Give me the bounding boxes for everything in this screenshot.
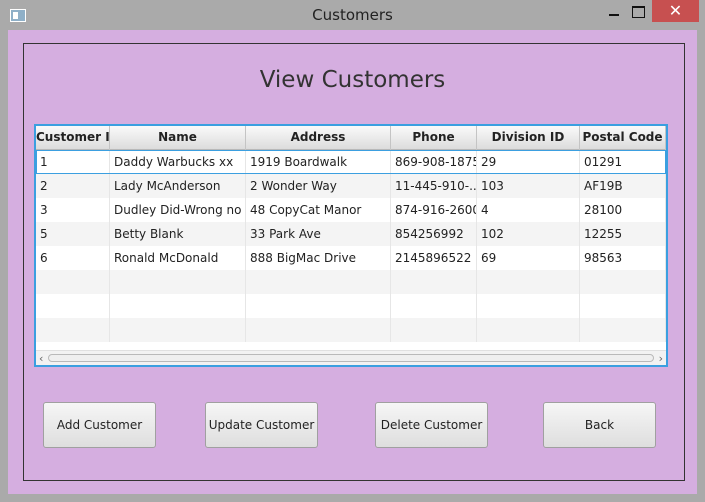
table-row[interactable]: 3 Dudley Did-Wrong no 48 CopyCat Manor 8… — [36, 198, 666, 222]
empty-row — [36, 318, 666, 342]
cell-customer-id: 1 — [36, 150, 110, 174]
cell-postal-code: 28100 — [580, 198, 666, 222]
empty-cell — [477, 294, 580, 318]
cell-postal-code: 01291 — [580, 150, 666, 174]
column-header-address[interactable]: Address — [246, 126, 391, 150]
scrollbar-thumb[interactable] — [48, 354, 654, 362]
empty-cell — [391, 270, 477, 294]
table-header: Customer ID Name Address Phone Division … — [36, 126, 666, 150]
column-header-name[interactable]: Name — [110, 126, 246, 150]
cell-phone: 869-908-1875 — [391, 150, 477, 174]
empty-cell — [110, 270, 246, 294]
empty-row — [36, 270, 666, 294]
cell-name: Betty Blank — [110, 222, 246, 246]
cell-address: 1919 Boardwalk — [246, 150, 391, 174]
table-row[interactable]: 2 Lady McAnderson 2 Wonder Way 11-445-91… — [36, 174, 666, 198]
cell-postal-code: 98563 — [580, 246, 666, 270]
empty-cell — [110, 318, 246, 342]
page-title: View Customers — [259, 67, 446, 93]
column-header-phone[interactable]: Phone — [391, 126, 477, 150]
empty-cell — [477, 270, 580, 294]
add-customer-button[interactable]: Add Customer — [43, 402, 156, 448]
customers-window: Customers ✕ View Customers Customer ID N… — [0, 0, 705, 502]
cell-postal-code: 12255 — [580, 222, 666, 246]
cell-address: 48 CopyCat Manor — [246, 198, 391, 222]
cell-name: Ronald McDonald — [110, 246, 246, 270]
empty-cell — [246, 318, 391, 342]
table-row[interactable]: 6 Ronald McDonald 888 BigMac Drive 21458… — [36, 246, 666, 270]
table-row[interactable]: 5 Betty Blank 33 Park Ave 854256992 102 … — [36, 222, 666, 246]
empty-cell — [246, 294, 391, 318]
scroll-right-icon[interactable]: › — [659, 352, 663, 365]
maximize-icon[interactable] — [624, 0, 652, 22]
cell-division-id: 69 — [477, 246, 580, 270]
cell-division-id: 4 — [477, 198, 580, 222]
cell-phone: 11-445-910-... — [391, 174, 477, 198]
cell-address: 33 Park Ave — [246, 222, 391, 246]
column-header-customer-id[interactable]: Customer ID — [36, 126, 110, 150]
column-header-division-id[interactable]: Division ID — [477, 126, 580, 150]
horizontal-scrollbar[interactable]: ‹ › — [36, 350, 666, 365]
cell-division-id: 102 — [477, 222, 580, 246]
cell-phone: 854256992 — [391, 222, 477, 246]
table-row[interactable]: 1 Daddy Warbucks xx 1919 Boardwalk 869-9… — [36, 150, 666, 174]
empty-cell — [110, 294, 246, 318]
empty-cell — [36, 294, 110, 318]
scroll-left-icon[interactable]: ‹ — [39, 352, 43, 365]
back-button[interactable]: Back — [543, 402, 656, 448]
column-header-postal-code[interactable]: Postal Code — [580, 126, 666, 150]
empty-cell — [580, 318, 666, 342]
empty-cell — [391, 318, 477, 342]
empty-cell — [246, 270, 391, 294]
cell-customer-id: 6 — [36, 246, 110, 270]
customers-table[interactable]: Customer ID Name Address Phone Division … — [34, 124, 668, 367]
content-pane: View Customers Customer ID Name Address … — [8, 30, 697, 494]
cell-address: 888 BigMac Drive — [246, 246, 391, 270]
cell-phone: 874-916-2600 — [391, 198, 477, 222]
cell-address: 2 Wonder Way — [246, 174, 391, 198]
cell-phone: 2145896522 — [391, 246, 477, 270]
update-customer-button[interactable]: Update Customer — [205, 402, 318, 448]
cell-customer-id: 3 — [36, 198, 110, 222]
cell-division-id: 29 — [477, 150, 580, 174]
close-icon[interactable]: ✕ — [652, 0, 699, 22]
delete-customer-button[interactable]: Delete Customer — [375, 402, 488, 448]
empty-cell — [36, 318, 110, 342]
empty-cell — [477, 318, 580, 342]
cell-name: Lady McAnderson — [110, 174, 246, 198]
cell-postal-code: AF19B — [580, 174, 666, 198]
empty-cell — [580, 294, 666, 318]
cell-division-id: 103 — [477, 174, 580, 198]
empty-row — [36, 294, 666, 318]
empty-cell — [391, 294, 477, 318]
title-bar: Customers ✕ — [0, 0, 705, 30]
cell-customer-id: 2 — [36, 174, 110, 198]
cell-customer-id: 5 — [36, 222, 110, 246]
empty-cell — [36, 270, 110, 294]
cell-name: Daddy Warbucks xx — [110, 150, 246, 174]
table-body: 1 Daddy Warbucks xx 1919 Boardwalk 869-9… — [36, 150, 666, 342]
empty-cell — [580, 270, 666, 294]
cell-name: Dudley Did-Wrong no — [110, 198, 246, 222]
